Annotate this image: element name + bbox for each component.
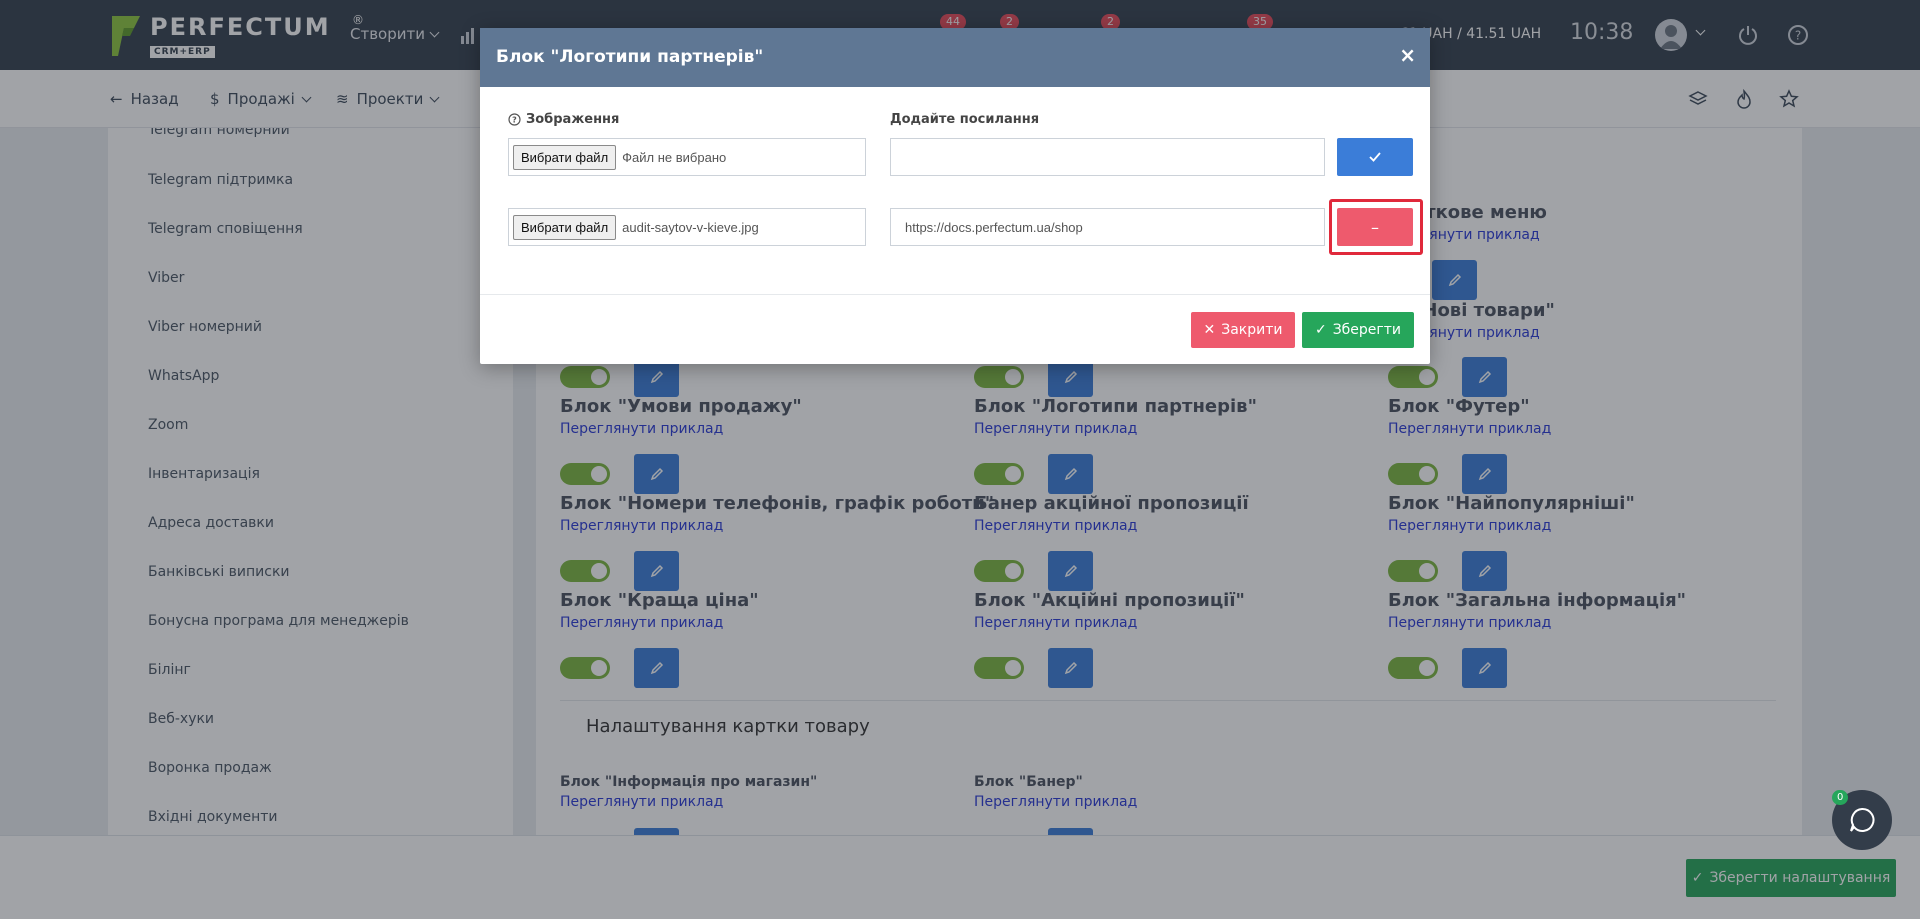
file-input[interactable]: Вибрати файл Файл не вибрано [508,138,866,176]
file-name: audit-saytov-v-kieve.jpg [622,219,759,235]
link-label-text: Додайте посилання [890,112,1040,127]
chat-bubble-icon [1850,807,1875,832]
close-icon[interactable]: × [1399,43,1416,67]
image-label-text: Зображення [526,112,620,127]
highlight-frame [1329,199,1423,255]
close-button-label: Закрити [1221,322,1283,338]
add-row-button[interactable] [1337,138,1413,176]
save-button[interactable]: ✓ Зберегти [1302,312,1414,348]
partner-logos-modal: Блок "Логотипи партнерів" × ? Зображення… [480,28,1430,364]
link-input[interactable] [890,138,1325,176]
close-button[interactable]: ✕ Закрити [1191,312,1295,348]
image-label: ? Зображення [508,112,619,127]
choose-file-button[interactable]: Вибрати файл [513,214,617,240]
link-input[interactable]: https://docs.perfectum.ua/shop [890,208,1325,246]
check-icon [1369,152,1381,162]
check-icon: ✓ [1314,322,1327,338]
help-circle-icon: ? [508,113,521,126]
svg-text:?: ? [512,116,517,125]
file-input[interactable]: Вибрати файл audit-saytov-v-kieve.jpg [508,208,866,246]
file-name: Файл не вибрано [622,149,727,165]
x-icon: ✕ [1203,322,1216,338]
modal-header: Блок "Логотипи партнерів" × [480,28,1430,87]
save-button-label: Зберегти [1332,322,1402,338]
modal-title: Блок "Логотипи партнерів" [496,47,764,67]
divider [480,294,1430,295]
link-label: Додайте посилання [890,112,1039,127]
choose-file-button[interactable]: Вибрати файл [513,144,617,170]
